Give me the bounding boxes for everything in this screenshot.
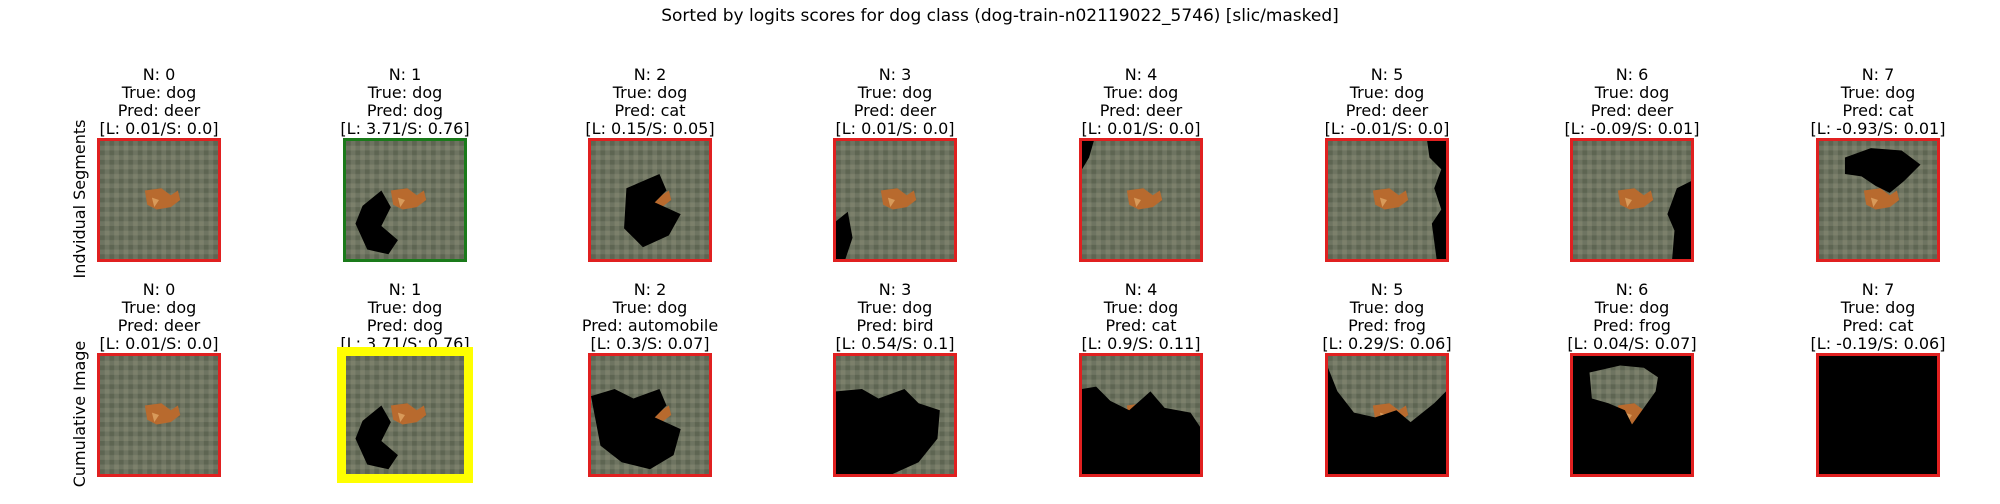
caption-0-3: N: 3 True: dog Pred: deer [L: 0.01/S: 0.0] [775,66,1015,138]
caption-pred: Pred: frog [1593,316,1671,335]
segment-image [1325,138,1449,262]
caption-0-4: N: 4 True: dog Pred: deer [L: 0.01/S: 0.0] [1021,66,1261,138]
caption-0-6: N: 6 True: dog Pred: deer [L: -0.09/S: 0.01… [1512,66,1752,138]
caption-0-1: N: 1 True: dog Pred: dog [L: 3.71/S: 0.76] [285,66,525,138]
caption-0-5: N: 5 True: dog Pred: deer [L: -0.01/S: 0.0] [1267,66,1507,138]
caption-n: N: 7 [1861,65,1895,84]
caption-pred: Pred: bird [856,316,934,335]
caption-pred: Pred: deer [117,316,201,335]
segment-image [1079,138,1203,262]
segment-image [97,353,221,477]
caption-true: True: dog [1103,298,1179,317]
segment-image [1570,353,1694,477]
segment-image [337,347,473,483]
caption-0-0: N: 0 True: dog Pred: deer [L: 0.01/S: 0.0] [39,66,279,138]
caption-pred: Pred: automobile [581,316,719,335]
caption-score: [L: 0.29/S: 0.06] [1322,334,1452,353]
caption-n: N: 5 [1370,280,1404,299]
caption-n: N: 5 [1370,65,1404,84]
segment-image [1816,353,1940,477]
caption-true: True: dog [1349,298,1425,317]
segment-image [1816,138,1940,262]
caption-score: [L: 0.01/S: 0.0] [1081,119,1201,138]
caption-pred: Pred: cat [1842,316,1914,335]
caption-true: True: dog [121,298,197,317]
caption-0-2: N: 2 True: dog Pred: cat [L: 0.15/S: 0.05] [530,66,770,138]
caption-pred: Pred: deer [853,101,937,120]
caption-true: True: dog [367,83,443,102]
caption-1-6: N: 6 True: dog Pred: frog [L: 0.04/S: 0.07] [1512,281,1752,353]
caption-pred: Pred: deer [1590,101,1674,120]
caption-pred: Pred: cat [1842,101,1914,120]
caption-n: N: 4 [1124,280,1158,299]
caption-n: N: 1 [388,280,422,299]
caption-pred: Pred: dog [366,101,444,120]
caption-true: True: dog [612,298,688,317]
caption-score: [L: 0.3/S: 0.07] [590,334,710,353]
caption-n: N: 1 [388,65,422,84]
caption-1-0: N: 0 True: dog Pred: deer [L: 0.01/S: 0.0] [39,281,279,353]
caption-n: N: 7 [1861,280,1895,299]
caption-1-5: N: 5 True: dog Pred: frog [L: 0.29/S: 0.06] [1267,281,1507,353]
caption-n: N: 3 [878,65,912,84]
figure-title: Sorted by logits scores for dog class (d… [661,6,1339,26]
caption-score: [L: 3.71/S: 0.76] [340,119,470,138]
caption-true: True: dog [1840,298,1916,317]
caption-1-3: N: 3 True: dog Pred: bird [L: 0.54/S: 0.1] [775,281,1015,353]
caption-n: N: 2 [633,280,667,299]
caption-1-4: N: 4 True: dog Pred: cat [L: 0.9/S: 0.11] [1021,281,1261,353]
caption-1-1: N: 1 True: dog Pred: dog [L: 3.71/S: 0.76] [285,281,525,353]
segment-image [588,138,712,262]
caption-pred: Pred: deer [1099,101,1183,120]
caption-true: True: dog [857,83,933,102]
caption-true: True: dog [1349,83,1425,102]
caption-true: True: dog [367,298,443,317]
caption-true: True: dog [612,83,688,102]
caption-pred: Pred: cat [614,101,686,120]
caption-pred: Pred: deer [1345,101,1429,120]
caption-n: N: 6 [1615,280,1649,299]
segment-image [833,353,957,477]
caption-n: N: 2 [633,65,667,84]
segment-image [1570,138,1694,262]
caption-true: True: dog [1840,83,1916,102]
caption-true: True: dog [1594,298,1670,317]
caption-1-7: N: 7 True: dog Pred: cat [L: -0.19/S: 0.06] [1758,281,1998,353]
segment-image [343,138,467,262]
caption-score: [L: 0.04/S: 0.07] [1567,334,1697,353]
segment-image [588,353,712,477]
caption-score: [L: 0.54/S: 0.1] [835,334,955,353]
segment-image [1325,353,1449,477]
segment-image [97,138,221,262]
caption-n: N: 0 [142,65,176,84]
caption-true: True: dog [121,83,197,102]
caption-n: N: 3 [878,280,912,299]
caption-score: [L: -0.19/S: 0.06] [1810,334,1946,353]
caption-pred: Pred: frog [1348,316,1426,335]
caption-score: [L: 0.15/S: 0.05] [585,119,715,138]
caption-true: True: dog [1594,83,1670,102]
caption-1-2: N: 2 True: dog Pred: automobile [L: 0.3/S: … [530,281,770,353]
caption-score: [L: 0.01/S: 0.0] [99,119,219,138]
segment-image [1079,353,1203,477]
caption-true: True: dog [1103,83,1179,102]
segment-image [833,138,957,262]
caption-pred: Pred: cat [1105,316,1177,335]
caption-score: [L: 0.01/S: 0.0] [99,334,219,353]
caption-true: True: dog [857,298,933,317]
caption-score: [L: -0.93/S: 0.01] [1810,119,1946,138]
caption-n: N: 4 [1124,65,1158,84]
caption-n: N: 0 [142,280,176,299]
caption-score: [L: -0.09/S: 0.01] [1564,119,1700,138]
caption-score: [L: 0.9/S: 0.11] [1081,334,1201,353]
caption-score: [L: -0.01/S: 0.0] [1324,119,1450,138]
caption-n: N: 6 [1615,65,1649,84]
caption-score: [L: 0.01/S: 0.0] [835,119,955,138]
caption-0-7: N: 7 True: dog Pred: cat [L: -0.93/S: 0.01] [1758,66,1998,138]
caption-pred: Pred: deer [117,101,201,120]
caption-pred: Pred: dog [366,316,444,335]
